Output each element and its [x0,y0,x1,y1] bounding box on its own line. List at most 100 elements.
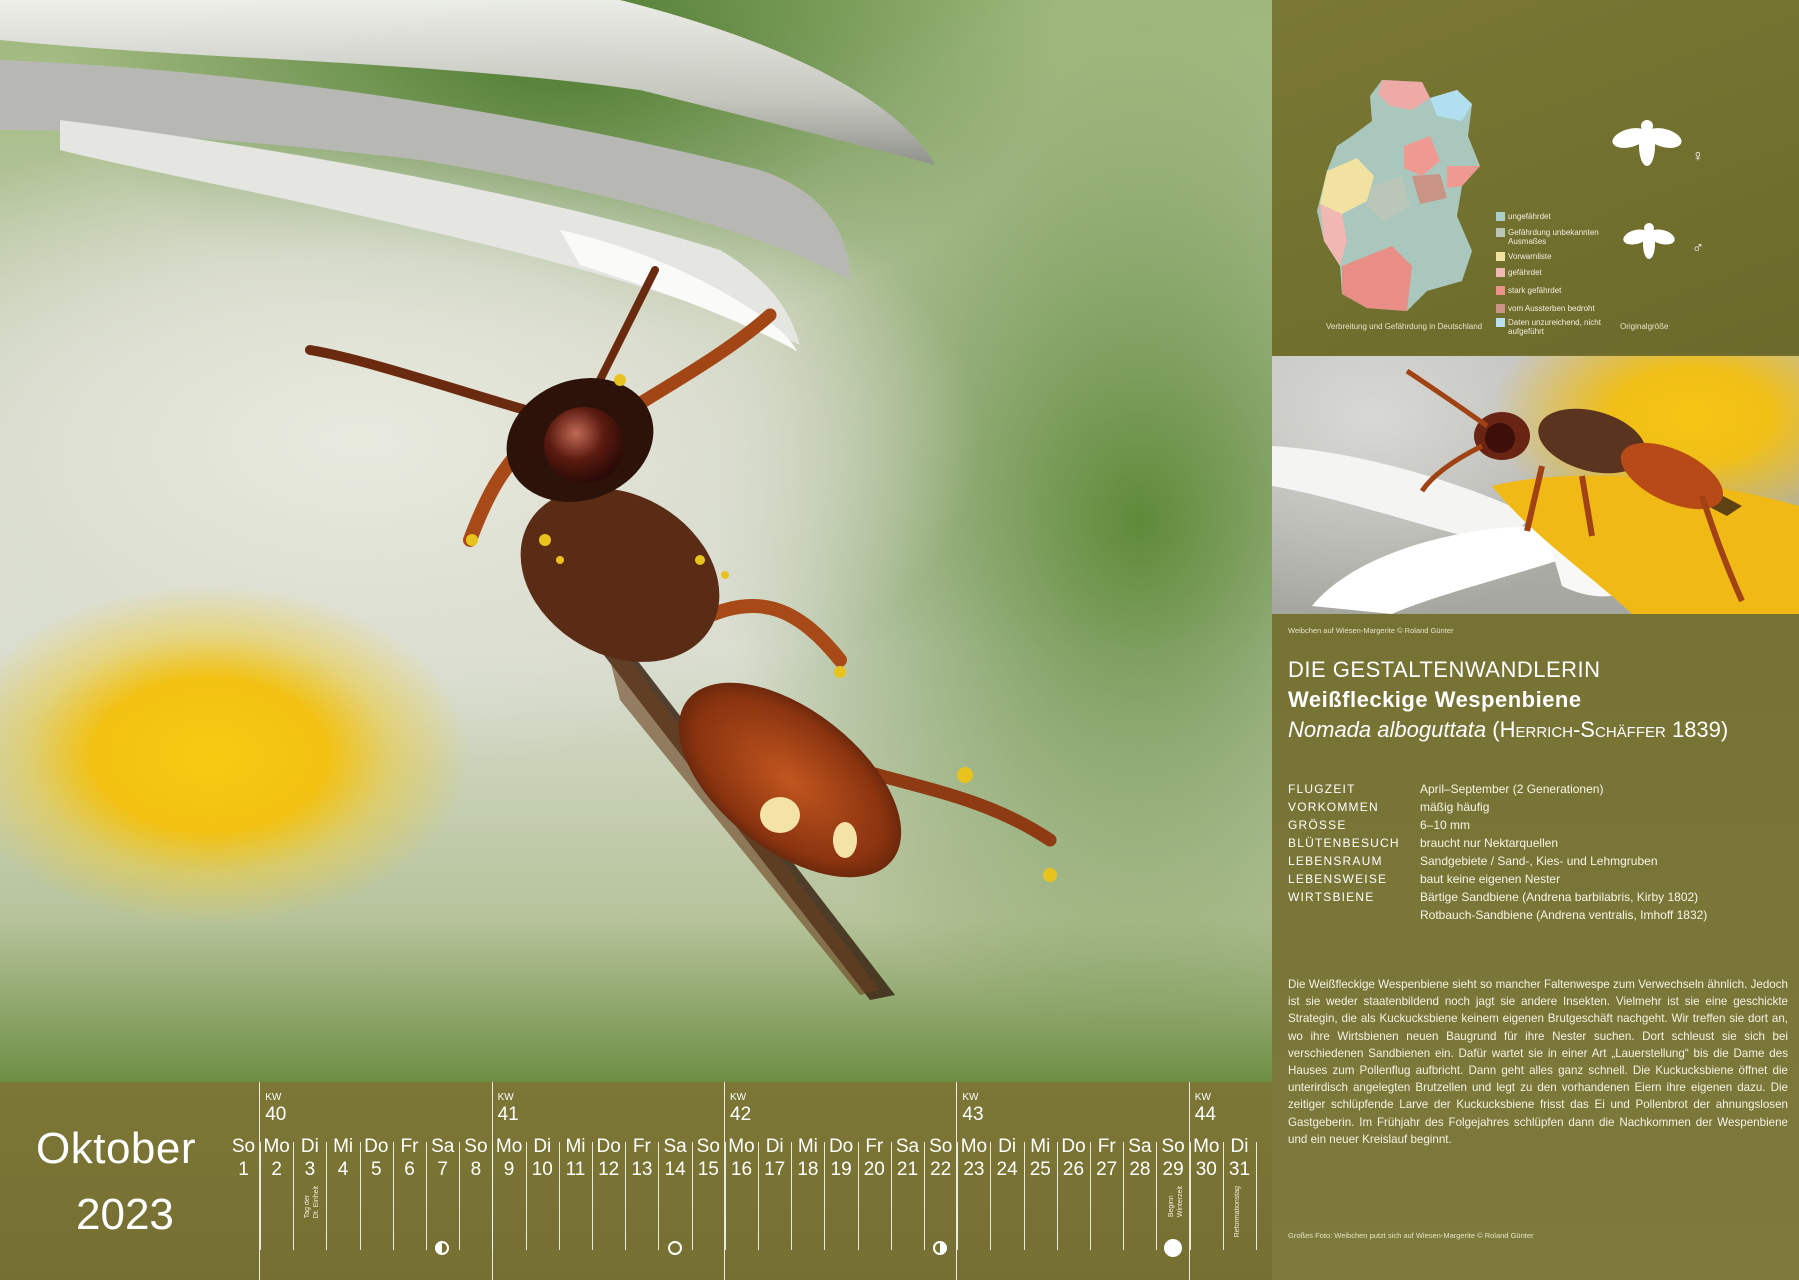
fact-value: Sandgebiete / Sand-, Kies- und Lehmgrube… [1420,854,1658,868]
day-number: 21 [896,1159,919,1180]
calendar-day: Mi 4 [327,1136,360,1182]
weekday-label: Mi [565,1136,586,1157]
day-number: 15 [697,1159,719,1180]
weekday-label: Do [828,1136,854,1157]
week-divider [956,1082,958,1280]
day-number: 8 [470,1159,482,1180]
calendar-day: So 22 [924,1136,957,1182]
week-divider [1188,1082,1190,1280]
holiday-note-einheit: Tag der Dt. Einheit [304,1186,321,1219]
legend-label: ungefährdet [1508,212,1551,221]
weekday-label: Mi [333,1136,354,1157]
legend-label: Daten unzureichend, nicht aufgeführt [1508,318,1601,336]
legend-label: vom Aussterben bedroht [1508,304,1595,313]
day-number: 28 [1129,1159,1151,1180]
weekday-label: Fr [865,1136,884,1157]
full-moon-icon [1163,1239,1182,1257]
legend-item: Vorwarnliste [1496,252,1618,261]
day-number: 13 [631,1159,653,1180]
week-value: 42 [730,1104,752,1125]
scientific-name-italic: Nomada alboguttata [1288,717,1487,742]
week-value: 43 [962,1104,984,1125]
legend-item: Daten unzureichend, nicht aufgeführt [1496,318,1618,336]
weekday-label: So [696,1136,720,1157]
week-number: KW 40 [265,1092,286,1126]
legend-item: gefährdet [1496,268,1618,277]
calendar-day: Mo 23 [957,1136,990,1182]
legend-label: stark gefährdet [1508,286,1562,295]
day-number: 16 [730,1159,753,1180]
photo2-caption: Weibchen auf Wiesen-Margerite © Roland G… [1288,626,1454,635]
species-author: Herrich-Schäffer [1499,717,1666,742]
fact-key: LEBENSWEISE [1288,872,1388,886]
fact-row: Rotbauch-Sandbiene (Andrena ventralis, I… [1288,908,1788,924]
day-number: 20 [863,1159,885,1180]
legend-swatch [1496,286,1505,295]
fact-row: GRÖSSE 6–10 mm [1288,818,1788,834]
last-quarter-moon-icon [435,1241,450,1255]
day-number: 17 [764,1159,786,1180]
calendar-day: Mi 18 [791,1136,824,1182]
week-value: 40 [265,1104,287,1125]
calendar-day: So 29 [1157,1136,1190,1182]
day-number: 14 [664,1159,686,1180]
calendar-day: Mo 30 [1190,1136,1223,1182]
calendar-day: So 8 [459,1136,492,1182]
weekday-label: Di [998,1136,1017,1157]
first-quarter-moon-icon [933,1241,948,1255]
weekday-label: Do [596,1136,621,1157]
fact-value: braucht nur Nektarquellen [1420,836,1559,850]
secondary-photo [1272,356,1799,614]
calendar-day: Mi 11 [559,1136,592,1182]
fact-row: FLUGZEIT April–September (2 Generationen) [1288,782,1788,798]
calendar-day: Sa 7 [426,1136,459,1182]
week-label: KW [497,1092,514,1103]
note-winterzeit: Beginn Winterzeit [1167,1186,1184,1218]
day-number: 22 [930,1159,952,1180]
male-symbol: ♂ [1692,240,1704,257]
month-name: Oktober [36,1124,197,1173]
weekday-label: Fr [632,1136,651,1157]
main-photo-credit: Großes Foto: Weibchen putzt sich auf Wie… [1288,1231,1534,1240]
distribution-map-box: ungefährdet Gefährdung unbekannten Ausmaß… [1272,0,1799,354]
weekday-label: Sa [895,1136,920,1157]
legend-swatch [1496,304,1505,313]
calendar-day: Fr 27 [1090,1136,1123,1182]
month-calendar: Oktober 2023 So 1 Mo 2 Di 3 Mi 4 Do 5 Fr 6 Sa 7 So 8 Mo 9… [0,1082,1272,1280]
weekday-label: Di [765,1136,784,1157]
week-number: KW 41 [498,1092,519,1126]
week-divider [491,1082,493,1280]
day-divider [1256,1142,1257,1250]
calendar-day: Fr 20 [858,1136,891,1182]
day-number: 18 [797,1159,819,1180]
species-panel: ungefährdet Gefährdung unbekannten Ausmaß… [1272,0,1799,1280]
holiday-note-reformation: Reformationstag [1234,1186,1241,1238]
legend-label: Gefährdung unbekannten Ausmaßes [1508,228,1599,246]
week-label: KW [730,1092,747,1103]
species-scientific-name: Nomada alboguttata (Herrich-Schäffer 183… [1288,717,1729,742]
calendar-day: So 1 [227,1136,260,1182]
weekday-label: Sa [663,1136,687,1157]
day-number: 27 [1096,1159,1118,1180]
bee-on-daisy-illustration [1272,368,1799,614]
map-caption: Verbreitung und Gefährdung in Deutschlan… [1326,322,1483,331]
day-number: 10 [531,1159,553,1180]
day-number: 4 [337,1159,349,1180]
fact-value: Rotbauch-Sandbiene (Andrena ventralis, I… [1420,908,1708,922]
calendar-day: Di 24 [991,1136,1024,1182]
calendar-day: Do 19 [825,1136,858,1182]
fact-key: VORKOMMEN [1288,800,1379,814]
week-label: KW [962,1092,979,1103]
calendar-day: Mo 2 [260,1136,293,1182]
fact-key: WIRTSBIENE [1288,890,1375,904]
bee-hanging-from-petal-illustration [0,0,1057,1000]
weekday-label: So [231,1136,256,1157]
calendar-day: Sa 21 [891,1136,924,1182]
main-photo [0,0,1272,1082]
male-bee-silhouette [1623,223,1675,259]
calendar-day: Di 3 [293,1136,326,1182]
calendar-day: Sa 14 [659,1136,692,1182]
weekday-label: Fr [1097,1136,1116,1157]
calendar-day: Di 10 [526,1136,559,1182]
year: 2023 [76,1190,174,1239]
